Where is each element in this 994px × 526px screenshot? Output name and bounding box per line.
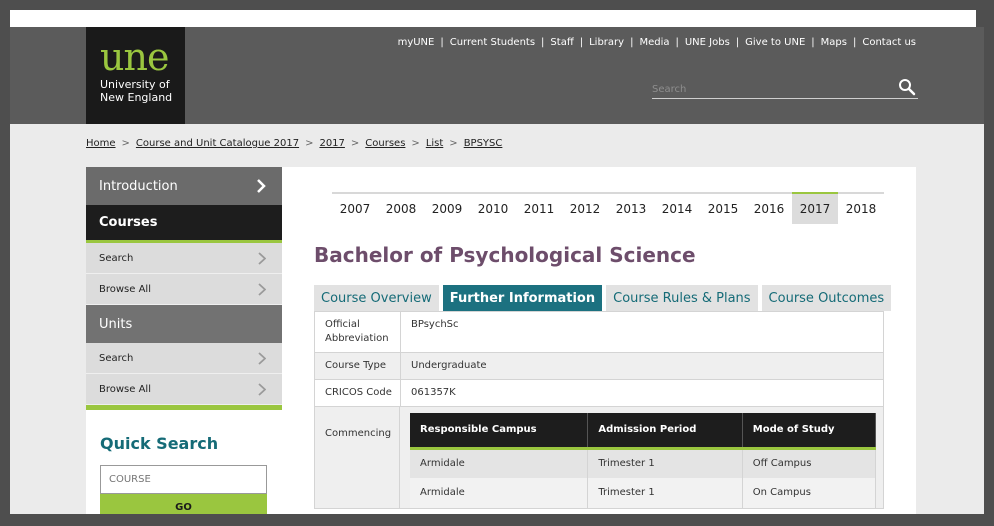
chevron-right-icon: [258, 252, 266, 265]
top-link-une-jobs[interactable]: UNE Jobs: [685, 37, 730, 48]
search-input[interactable]: [652, 79, 892, 100]
une-logo[interactable]: une University of New England: [86, 27, 185, 124]
year-2010[interactable]: 2010: [470, 194, 516, 224]
logo-mark: une: [100, 35, 169, 79]
column-header: Mode of Study: [742, 413, 877, 450]
year-selector: 2007 2008 2009 2010 2011 2012 2013 2014 …: [332, 192, 884, 224]
breadcrumb: Home > Course and Unit Catalogue 2017 > 20…: [86, 138, 503, 149]
top-link-current-students[interactable]: Current Students: [450, 37, 535, 48]
page-title: Bachelor of Psychological Science: [314, 243, 696, 267]
quick-search-input[interactable]: [100, 465, 267, 494]
info-label: Official Abbreviation: [315, 312, 401, 352]
logo-line-2: New England: [100, 91, 173, 104]
sidebar-courses-search-label: Search: [99, 252, 134, 264]
top-link-contact-us[interactable]: Contact us: [862, 37, 916, 48]
top-link-maps[interactable]: Maps: [821, 37, 847, 48]
year-2014[interactable]: 2014: [654, 194, 700, 224]
tab-course-overview[interactable]: Course Overview: [314, 285, 439, 311]
main-content: 2007 2008 2009 2010 2011 2012 2013 2014 …: [282, 167, 916, 514]
sidebar-courses-search[interactable]: Search: [86, 243, 282, 274]
table-cell: Trimester 1: [587, 478, 743, 508]
course-tabs: Course Overview Further Information Cour…: [314, 285, 895, 311]
year-2008[interactable]: 2008: [378, 194, 424, 224]
info-value: BPsychSc: [411, 319, 459, 330]
year-2013[interactable]: 2013: [608, 194, 654, 224]
info-value: 061357K: [411, 387, 456, 398]
breadcrumb-list[interactable]: List: [426, 138, 443, 149]
quick-search-panel: Quick Search GO: [86, 410, 282, 514]
commencing-table: Responsible Campus Admission Period Mode…: [410, 413, 877, 508]
sidebar-units-browse-label: Browse All: [99, 383, 151, 395]
breadcrumb-catalogue[interactable]: Course and Unit Catalogue 2017: [136, 138, 299, 149]
breadcrumb-home[interactable]: Home: [86, 138, 116, 149]
info-label-line: Official: [325, 319, 360, 330]
info-label: CRICOS Code: [315, 380, 401, 406]
search-icon[interactable]: [898, 78, 916, 96]
table-row: Armidale Trimester 1 On Campus: [410, 478, 877, 508]
info-label: Commencing: [315, 407, 401, 508]
site-search: [652, 77, 918, 100]
table-cell: Armidale: [410, 478, 589, 508]
year-2009[interactable]: 2009: [424, 194, 470, 224]
table-cell: Armidale: [410, 448, 589, 478]
year-2007[interactable]: 2007: [332, 194, 378, 224]
chevron-right-icon: [258, 352, 266, 365]
info-value: Responsible Campus Admission Period Mode…: [400, 407, 884, 508]
info-label-line: Abbreviation: [325, 333, 389, 344]
top-nav: myUNE | Current Students | Staff | Library |…: [397, 37, 916, 48]
tab-course-outcomes[interactable]: Course Outcomes: [761, 285, 892, 311]
table-cell: Trimester 1: [587, 448, 743, 478]
info-row-commencing: Commencing Responsible Campus Admission …: [315, 407, 883, 508]
table-header-row: Responsible Campus Admission Period Mode…: [410, 413, 877, 450]
year-2017[interactable]: 2017: [792, 192, 838, 224]
column-header: Responsible Campus: [410, 413, 589, 450]
quick-search-title: Quick Search: [100, 434, 219, 453]
column-header: Admission Period: [587, 413, 743, 450]
sidebar-units[interactable]: Units: [86, 305, 282, 343]
site-header: une University of New England myUNE | Cur…: [10, 27, 984, 124]
chevron-right-icon: [258, 383, 266, 396]
table-row: Armidale Trimester 1 Off Campus: [410, 448, 877, 478]
sidebar-courses-browse-label: Browse All: [99, 283, 151, 295]
top-link-staff[interactable]: Staff: [550, 37, 573, 48]
year-2015[interactable]: 2015: [700, 194, 746, 224]
year-2016[interactable]: 2016: [746, 194, 792, 224]
sidebar-courses-label: Courses: [99, 215, 158, 230]
info-row-abbreviation: Official Abbreviation BPsychSc: [315, 312, 883, 353]
table-cell: On Campus: [742, 478, 877, 508]
sidebar-units-label: Units: [99, 316, 133, 332]
info-label: Course Type: [315, 353, 401, 379]
tab-course-rules-plans[interactable]: Course Rules & Plans: [606, 285, 758, 311]
top-bar: [10, 10, 976, 27]
top-link-library[interactable]: Library: [589, 37, 624, 48]
sidebar-units-search-label: Search: [99, 352, 134, 364]
go-button[interactable]: GO: [100, 494, 267, 514]
info-row-cricos: CRICOS Code 061357K: [315, 380, 883, 407]
table-cell: Off Campus: [742, 448, 877, 478]
course-info-table: Official Abbreviation BPsychSc Course Ty…: [314, 311, 884, 509]
year-2011[interactable]: 2011: [516, 194, 562, 224]
sidebar-courses-browse[interactable]: Browse All: [86, 274, 282, 305]
sidebar-units-browse[interactable]: Browse All: [86, 374, 282, 405]
chevron-right-icon: [257, 179, 266, 193]
info-label-text: Commencing: [325, 428, 392, 439]
top-link-give-to-une[interactable]: Give to UNE: [745, 37, 805, 48]
breadcrumb-courses[interactable]: Courses: [365, 138, 405, 149]
logo-line-1: University of: [100, 78, 170, 91]
info-row-course-type: Course Type Undergraduate: [315, 353, 883, 380]
breadcrumb-year[interactable]: 2017: [319, 138, 344, 149]
breadcrumb-current[interactable]: BPSYSC: [464, 138, 503, 149]
sidebar: Introduction Courses Search Browse All U…: [86, 167, 282, 514]
year-2012[interactable]: 2012: [562, 194, 608, 224]
top-link-myune[interactable]: myUNE: [398, 37, 435, 48]
sidebar-introduction-label: Introduction: [99, 178, 178, 194]
top-link-media[interactable]: Media: [639, 37, 669, 48]
sidebar-units-search[interactable]: Search: [86, 343, 282, 374]
chevron-right-icon: [258, 283, 266, 296]
sidebar-introduction[interactable]: Introduction: [86, 167, 282, 205]
tab-further-information[interactable]: Further Information: [442, 285, 603, 311]
sidebar-courses[interactable]: Courses: [86, 205, 282, 243]
info-value: Undergraduate: [411, 360, 487, 371]
year-2018[interactable]: 2018: [838, 194, 884, 224]
